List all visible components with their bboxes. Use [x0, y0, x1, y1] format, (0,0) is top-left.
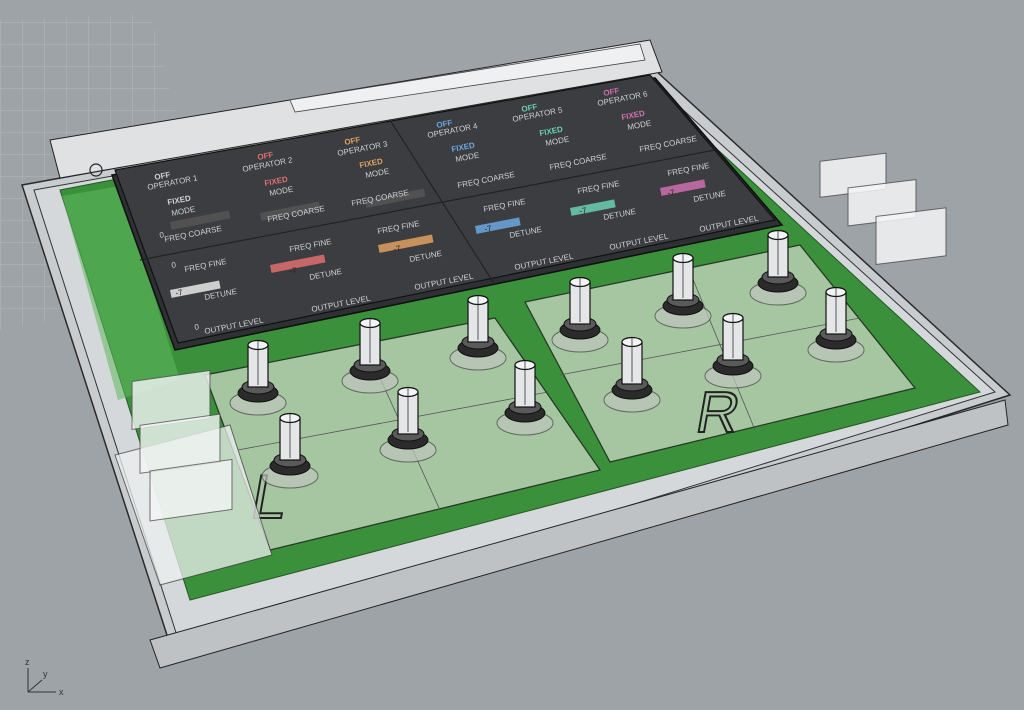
axis-x-label: x [59, 687, 64, 697]
cad-model-render: OFF OPERATOR 1 OFF OPERATOR 2 OFF OPERAT… [0, 14, 1012, 697]
axis-y-label: y [43, 669, 48, 679]
axis-triad: x z y [25, 657, 64, 697]
axis-z-label: z [25, 657, 30, 667]
cad-viewport[interactable]: OFF OPERATOR 1 OFF OPERATOR 2 OFF OPERAT… [0, 0, 1024, 705]
